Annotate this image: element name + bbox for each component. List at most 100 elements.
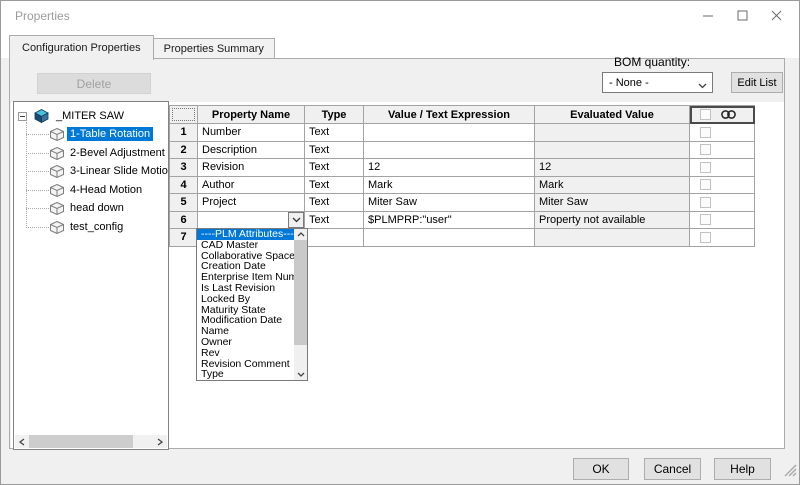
dropdown-item[interactable]: Locked By [197,294,307,305]
window-controls [691,1,793,32]
value-cell[interactable] [364,229,535,247]
dropdown-item[interactable]: Owner [197,337,307,348]
chevron-down-icon [292,214,301,226]
value-cell[interactable]: $PLMPRP:"user" [364,212,535,230]
ok-button[interactable]: OK [573,458,629,480]
evaluated-cell: Property not available [535,212,690,230]
dropdown-item[interactable]: Modification Date [197,315,307,326]
cancel-button[interactable]: Cancel [644,458,701,480]
bom-quantity-select[interactable]: - None - [602,72,713,93]
tree-root-label: _MITER SAW [53,109,127,123]
value-cell[interactable]: Mark [364,177,535,195]
configuration-icon [50,184,64,197]
tree-item-label: 3-Linear Slide Motion [67,164,169,178]
link-checkbox[interactable] [700,197,711,208]
property-name-cell[interactable]: Project [198,194,305,212]
link-cell [690,159,755,177]
tree-root-item[interactable]: _MITER SAW [34,108,127,124]
delete-button[interactable]: Delete [37,73,151,94]
help-button[interactable]: Help [714,458,771,480]
value-cell[interactable]: Miter Saw [364,194,535,212]
dropdown-item[interactable]: Maturity State [197,305,307,316]
resize-grip-icon[interactable] [784,464,797,482]
type-cell[interactable]: Text [305,124,364,142]
minimize-icon [703,8,714,26]
tree-item-test-config[interactable]: test_config [50,219,126,235]
tree-item-4-head-motion[interactable]: 4-Head Motion [50,182,145,198]
type-cell[interactable]: Text [305,159,364,177]
value-cell[interactable]: 12 [364,159,535,177]
configuration-icon [50,202,64,215]
dropdown-item[interactable]: Creation Date [197,261,307,272]
scroll-left-icon[interactable] [15,435,29,448]
type-cell[interactable] [305,229,364,247]
evaluated-cell: 12 [535,159,690,177]
evaluated-cell [535,142,690,160]
link-cell [690,124,755,142]
type-cell[interactable]: Text [305,212,364,230]
tree-collapse-icon[interactable] [18,112,27,121]
row-number: 4 [170,177,198,195]
link-checkbox[interactable] [700,179,711,190]
tree-item-head-down[interactable]: head down [50,200,127,216]
dropdown-item[interactable]: Collaborative Space [197,251,307,262]
value-cell[interactable] [364,142,535,160]
dropdown-item[interactable]: Revision Comment [197,359,307,370]
type-cell[interactable]: Text [305,177,364,195]
dropdown-item[interactable]: Enterprise Item Number [197,272,307,283]
combo-dropdown-button[interactable] [288,212,304,229]
dropdown-item[interactable]: CAD Master [197,240,307,251]
configuration-icon [50,165,64,178]
dropdown-scrollbar[interactable] [294,229,307,380]
dropdown-item[interactable]: ----PLM Attributes---- [197,229,307,240]
col-header-property-name: Property Name [198,106,305,124]
tree-item-label: head down [67,201,127,215]
link-all-checkbox[interactable] [700,109,711,120]
tree-item-label: 2-Bevel Adjustment [67,146,168,160]
link-checkbox[interactable] [700,232,711,243]
scroll-down-icon[interactable] [294,369,307,380]
focus-marquee [172,108,195,121]
close-button[interactable] [759,1,793,32]
dropdown-item[interactable]: Rev [197,348,307,359]
scrollbar-thumb[interactable] [294,240,307,345]
scrollbar-thumb[interactable] [29,435,133,448]
tab-configuration-properties[interactable]: Configuration Properties [9,35,154,60]
col-header-evaluated-value: Evaluated Value [535,106,690,124]
tree-item-label: 4-Head Motion [67,183,145,197]
link-cell [690,229,755,247]
dropdown-item[interactable]: Type [197,369,307,380]
minimize-button[interactable] [691,1,725,32]
link-checkbox[interactable] [700,127,711,138]
property-name-combobox[interactable] [198,212,305,230]
maximize-icon [737,8,748,26]
dropdown-item[interactable]: Is Last Revision [197,283,307,294]
value-cell[interactable] [364,124,535,142]
property-name-cell[interactable]: Number [198,124,305,142]
link-checkbox[interactable] [700,162,711,173]
configuration-icon [50,128,64,141]
col-header-value-expression: Value / Text Expression [364,106,535,124]
tree-item-2-bevel-adjustment[interactable]: 2-Bevel Adjustment [50,145,168,161]
tree-item-label: 1-Table Rotation [67,127,153,141]
tree-item-3-linear-slide-motion[interactable]: 3-Linear Slide Motion [50,163,169,179]
tree-horizontal-scrollbar[interactable] [15,435,167,448]
property-name-cell[interactable]: Revision [198,159,305,177]
tab-properties-summary[interactable]: Properties Summary [154,38,275,59]
tree-item-1-table-rotation[interactable]: 1-Table Rotation [50,126,153,142]
row-number: 2 [170,142,198,160]
link-checkbox[interactable] [700,214,711,225]
maximize-button[interactable] [725,1,759,32]
scroll-up-icon[interactable] [294,229,307,240]
property-name-cell[interactable]: Description [198,142,305,160]
type-cell[interactable]: Text [305,142,364,160]
type-cell[interactable]: Text [305,194,364,212]
scroll-right-icon[interactable] [153,435,167,448]
tree-connector-line [26,122,27,228]
property-name-cell[interactable]: Author [198,177,305,195]
row-number: 5 [170,194,198,212]
dropdown-item[interactable]: Name [197,326,307,337]
link-cell [690,142,755,160]
edit-list-button[interactable]: Edit List [731,72,783,93]
link-checkbox[interactable] [700,144,711,155]
